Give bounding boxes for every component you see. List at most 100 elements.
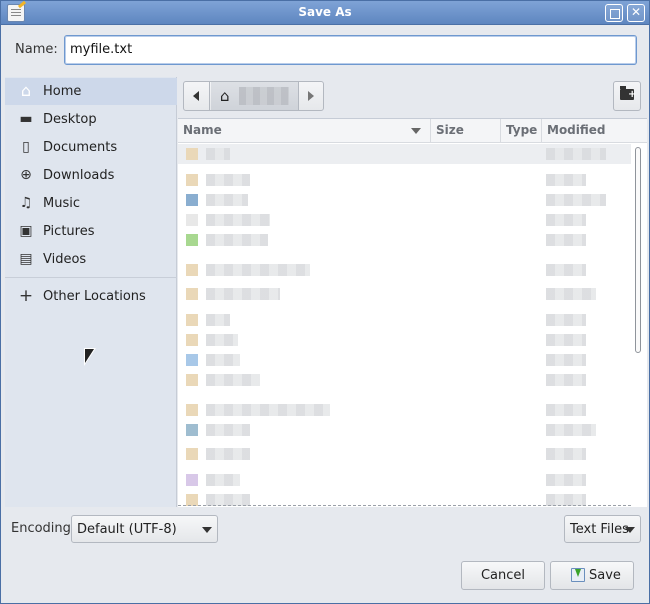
sidebar-item-label: Other Locations [43, 289, 146, 304]
file-name-redacted [206, 264, 310, 276]
filename-input[interactable]: myfile.txt [64, 35, 637, 65]
path-forward-button[interactable] [300, 82, 324, 110]
column-header-label: Size [436, 123, 464, 137]
sidebar-item-label: Home [43, 84, 82, 99]
name-label: Name: [15, 42, 58, 57]
sidebar-item-home[interactable]: ⌂ Home [5, 78, 177, 105]
list-item[interactable] [178, 444, 631, 464]
column-header-label: Modified [547, 123, 606, 137]
save-button-label: Save [589, 568, 621, 583]
document-icon: ▯ [22, 139, 30, 155]
folder-icon [186, 448, 198, 460]
title-bar[interactable]: Save As ✕ [1, 1, 649, 25]
column-header-modified[interactable]: Modified [542, 119, 647, 143]
encoding-dropdown[interactable]: Default (UTF-8) [71, 515, 218, 543]
sidebar-item-other-locations[interactable]: + Other Locations [5, 283, 177, 310]
sidebar-item-music[interactable]: ♫ Music [5, 190, 177, 217]
file-modified-redacted [546, 264, 586, 276]
file-modified-redacted [546, 234, 586, 246]
file-modified-redacted [546, 404, 586, 416]
column-header-type[interactable]: Type [501, 119, 542, 143]
file-modified-redacted [546, 314, 586, 326]
sidebar-item-videos[interactable]: ▤ Videos [5, 246, 177, 273]
file-name-redacted [206, 148, 230, 160]
file-list-scrollbar[interactable] [633, 146, 643, 506]
folder-icon [186, 424, 198, 436]
close-button[interactable]: ✕ [627, 4, 645, 22]
create-folder-button[interactable] [613, 81, 641, 111]
sidebar-item-documents[interactable]: ▯ Documents [5, 134, 177, 161]
folder-icon [186, 474, 198, 486]
sidebar-item-desktop[interactable]: ▬ Desktop [5, 106, 177, 133]
folder-icon [186, 288, 198, 300]
file-name-redacted [206, 374, 260, 386]
sidebar-item-label: Documents [43, 140, 118, 155]
mouse-pointer-icon [84, 348, 96, 366]
file-name-redacted [206, 474, 240, 486]
file-modified-redacted [546, 174, 586, 186]
path-home-button[interactable]: ⌂ [211, 82, 299, 110]
folder-icon [186, 234, 198, 246]
folder-icon [186, 194, 198, 206]
file-name-redacted [206, 288, 280, 300]
list-item[interactable] [178, 330, 631, 350]
folder-icon [186, 404, 198, 416]
video-icon: ▤ [19, 251, 33, 267]
list-item[interactable] [178, 284, 631, 304]
list-item[interactable] [178, 310, 631, 330]
sidebar-item-label: Music [43, 196, 80, 211]
file-list: Name Size Type Modified [178, 118, 647, 507]
list-item[interactable] [178, 400, 631, 420]
chevron-left-icon [193, 91, 199, 101]
file-modified-redacted [546, 374, 586, 386]
folder-icon [186, 264, 198, 276]
column-header-name[interactable]: Name [178, 119, 431, 143]
file-modified-redacted [546, 214, 586, 226]
scrollbar-thumb[interactable] [635, 147, 641, 353]
sidebar-item-label: Desktop [43, 112, 97, 127]
file-modified-redacted [546, 334, 586, 346]
home-icon: ⌂ [20, 81, 32, 100]
list-item[interactable] [178, 190, 631, 210]
save-button[interactable]: Save [550, 561, 634, 590]
folder-icon [186, 354, 198, 366]
encoding-value: Default (UTF-8) [77, 522, 177, 537]
file-name-redacted [206, 234, 268, 246]
list-item[interactable] [178, 230, 631, 250]
home-icon: ⌂ [220, 87, 230, 105]
sidebar-item-label: Downloads [43, 168, 115, 183]
chevron-down-icon [202, 527, 212, 533]
list-item[interactable] [178, 170, 631, 190]
column-header-label: Type [506, 123, 538, 137]
list-item[interactable] [178, 420, 631, 440]
cancel-button[interactable]: Cancel [461, 561, 545, 590]
file-name-redacted [206, 314, 230, 326]
pictures-icon: ▣ [19, 223, 33, 239]
file-name-redacted [206, 424, 250, 436]
file-name-redacted [206, 194, 248, 206]
maximize-button[interactable] [605, 4, 623, 22]
file-modified-redacted [546, 194, 606, 206]
sidebar-item-pictures[interactable]: ▣ Pictures [5, 218, 177, 245]
chevron-down-icon [625, 527, 635, 533]
list-item[interactable] [178, 370, 631, 390]
list-item[interactable] [178, 350, 631, 370]
column-header-size[interactable]: Size [431, 119, 501, 143]
file-type-filter-dropdown[interactable]: Text Files [564, 515, 641, 543]
folder-icon [186, 314, 198, 326]
sidebar-item-label: Videos [43, 252, 87, 267]
sort-descending-icon [411, 128, 421, 134]
window-title: Save As [298, 5, 352, 19]
list-item[interactable] [178, 144, 631, 164]
path-back-button[interactable] [184, 82, 210, 110]
new-folder-icon [620, 86, 636, 100]
sidebar-item-downloads[interactable]: ⊕ Downloads [5, 162, 177, 189]
plus-icon: + [18, 286, 34, 306]
list-item[interactable] [178, 260, 631, 280]
file-name-redacted [206, 404, 330, 416]
folder-icon [186, 174, 198, 186]
file-modified-redacted [546, 448, 586, 460]
save-icon [571, 568, 585, 582]
list-item[interactable] [178, 470, 631, 490]
list-item[interactable] [178, 210, 631, 230]
